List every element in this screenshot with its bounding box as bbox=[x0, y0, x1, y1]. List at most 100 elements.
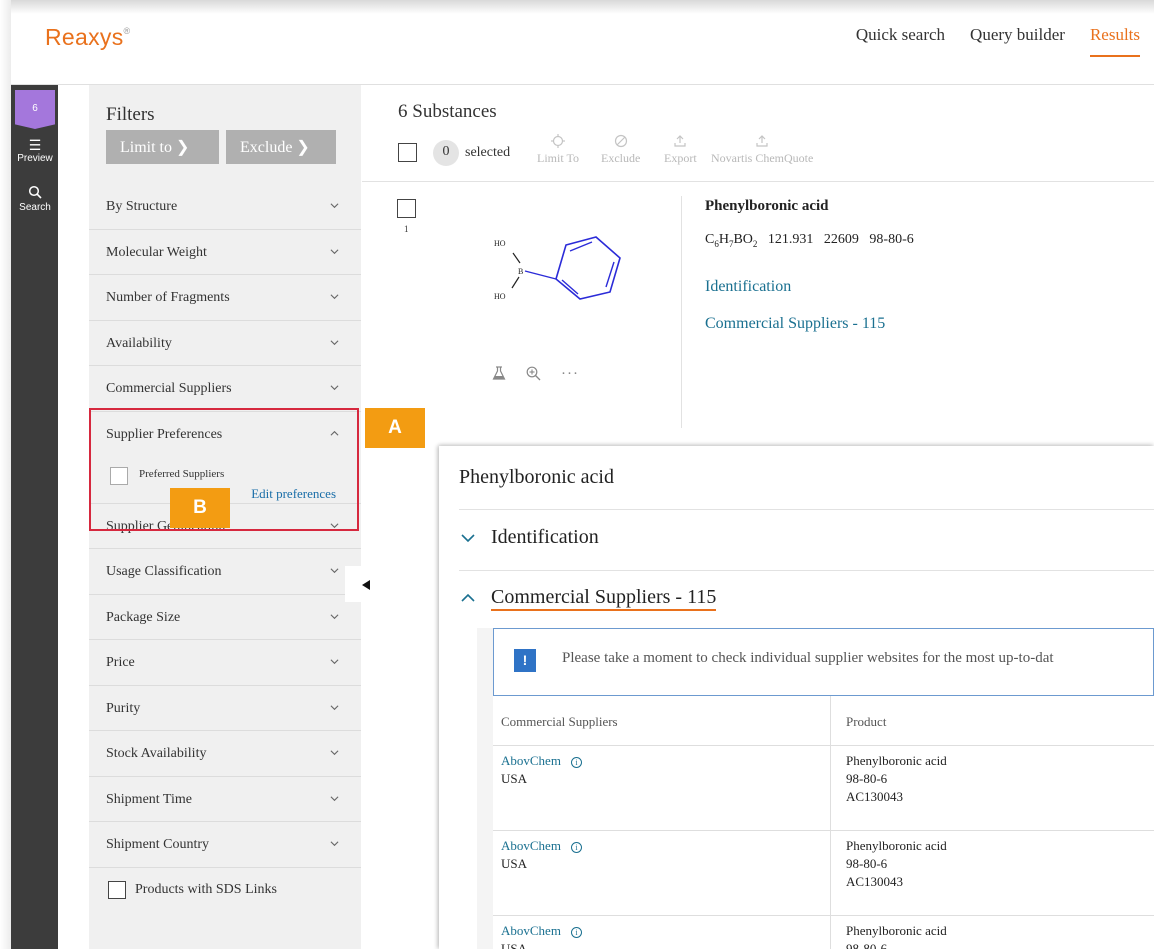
info-icon[interactable]: i bbox=[570, 757, 582, 768]
sds-links-checkbox[interactable] bbox=[108, 880, 126, 899]
chevron-down-icon bbox=[461, 533, 475, 543]
chevron-down-icon bbox=[330, 750, 339, 756]
filter-shipment-time[interactable]: Shipment Time bbox=[89, 777, 361, 822]
filter-molecular-weight[interactable]: Molecular Weight bbox=[89, 230, 361, 275]
select-all-checkbox[interactable] bbox=[398, 143, 417, 162]
top-header: Reaxys® Quick search Query builder Resul… bbox=[0, 0, 1154, 84]
product-name: Phenylboronic acid bbox=[846, 753, 947, 768]
molecular-weight: 121.931 bbox=[767, 232, 814, 247]
filter-number-of-fragments[interactable]: Number of Fragments bbox=[89, 275, 361, 321]
reaxys-logo[interactable]: Reaxys® bbox=[45, 24, 130, 51]
results-title: 6 Substances bbox=[398, 101, 497, 122]
search-button[interactable]: Search bbox=[15, 185, 55, 213]
molecular-formula: C6H7BO2 bbox=[705, 232, 758, 249]
limit-to-button[interactable]: Limit to ❯ bbox=[106, 130, 219, 164]
chevron-down-icon bbox=[330, 613, 339, 619]
collapse-arrow-icon[interactable] bbox=[362, 580, 370, 590]
row-divider bbox=[493, 915, 1154, 916]
detail-divider bbox=[459, 570, 1154, 571]
notice-text: Please take a moment to check individual… bbox=[562, 650, 1054, 666]
substance-checkbox[interactable] bbox=[397, 199, 416, 218]
filter-availability[interactable]: Availability bbox=[89, 321, 361, 366]
structure-label-ho-top: HO bbox=[494, 239, 506, 248]
chevron-right-icon: ❯ bbox=[296, 139, 310, 156]
chevron-up-icon bbox=[461, 593, 475, 603]
filter-price[interactable]: Price bbox=[89, 640, 361, 686]
rail-edge bbox=[0, 0, 11, 949]
filter-by-structure[interactable]: By Structure bbox=[89, 184, 361, 230]
supplier-country: USA bbox=[501, 856, 528, 871]
novartis-chemquote-tool[interactable]: Novartis ChemQuote bbox=[711, 134, 813, 166]
filter-package-size[interactable]: Package Size bbox=[89, 595, 361, 640]
nav-quick-search[interactable]: Quick search bbox=[856, 25, 945, 57]
nav-results[interactable]: Results bbox=[1089, 25, 1140, 57]
list-icon: ☰ bbox=[28, 137, 42, 153]
card-divider bbox=[681, 196, 682, 428]
structure-label-b: B bbox=[518, 267, 523, 276]
substance-meta: C6H7BO2 121.931 22609 98-80-6 bbox=[705, 232, 914, 249]
top-navigation: Quick search Query builder Results bbox=[856, 25, 1140, 57]
row-divider bbox=[493, 830, 1154, 831]
chevron-down-icon bbox=[330, 248, 339, 254]
detail-divider bbox=[459, 509, 1154, 510]
collapse-filters-tab[interactable] bbox=[345, 566, 362, 602]
product-name: Phenylboronic acid bbox=[846, 838, 947, 853]
substance-name[interactable]: Phenylboronic acid bbox=[705, 198, 829, 215]
export-tool[interactable]: Export bbox=[664, 134, 697, 166]
limit-to-tool[interactable]: Limit To bbox=[537, 134, 579, 166]
substance-index: 1 bbox=[404, 224, 409, 234]
product-cas: 98-80-6 bbox=[846, 856, 888, 871]
supplier-country: USA bbox=[501, 771, 528, 786]
chevron-right-icon: ❯ bbox=[176, 139, 190, 156]
column-header-commercial-suppliers[interactable]: Commercial Suppliers bbox=[501, 714, 618, 730]
identification-link[interactable]: Identification bbox=[705, 278, 791, 296]
flask-icon[interactable] bbox=[492, 366, 506, 386]
info-icon[interactable]: i bbox=[570, 842, 582, 853]
commercial-suppliers-section-toggle[interactable]: Commercial Suppliers - 115 bbox=[461, 586, 717, 611]
substance-detail-panel: Phenylboronic acid Identification Commer… bbox=[439, 446, 1154, 949]
exclude-icon bbox=[601, 134, 640, 151]
suppliers-table: Commercial Suppliers Product AbovChem i U… bbox=[493, 696, 1154, 949]
column-divider bbox=[830, 696, 831, 949]
preview-button[interactable]: ☰ Preview bbox=[15, 137, 55, 164]
filters-title: Filters bbox=[106, 104, 155, 125]
export-icon bbox=[711, 134, 813, 151]
exclude-tool[interactable]: Exclude bbox=[601, 134, 640, 166]
limit-icon bbox=[537, 134, 579, 151]
filter-stock-availability[interactable]: Stock Availability bbox=[89, 731, 361, 777]
chemical-structure[interactable]: HO B HO bbox=[478, 215, 628, 315]
selected-count-badge: 0 bbox=[433, 140, 459, 166]
callout-a: A bbox=[365, 408, 425, 448]
supplier-link[interactable]: AbovChem i bbox=[501, 838, 582, 854]
exclamation-icon: ! bbox=[514, 649, 536, 672]
result-count-badge[interactable]: 6 bbox=[15, 90, 55, 129]
supplier-link[interactable]: AbovChem i bbox=[501, 753, 582, 769]
chevron-down-icon bbox=[330, 704, 339, 710]
chevron-down-icon bbox=[330, 568, 339, 574]
chevron-down-icon bbox=[330, 841, 339, 847]
supplier-notice: ! Please take a moment to check individu… bbox=[493, 628, 1154, 696]
info-icon[interactable]: i bbox=[570, 927, 582, 938]
chevron-down-icon bbox=[330, 294, 339, 300]
zoom-in-icon[interactable] bbox=[526, 366, 541, 386]
identification-section-toggle[interactable]: Identification bbox=[461, 526, 599, 549]
filter-shipment-country[interactable]: Shipment Country bbox=[89, 822, 361, 868]
chevron-down-icon bbox=[330, 659, 339, 665]
filter-purity[interactable]: Purity bbox=[89, 686, 361, 731]
sds-links-label: Products with SDS Links bbox=[135, 881, 277, 897]
chevron-down-icon bbox=[330, 795, 339, 801]
commercial-suppliers-link[interactable]: Commercial Suppliers - 115 bbox=[705, 315, 885, 333]
supplier-link[interactable]: AbovChem i bbox=[501, 923, 582, 939]
filter-commercial-suppliers[interactable]: Commercial Suppliers bbox=[89, 366, 361, 412]
nav-query-builder[interactable]: Query builder bbox=[970, 25, 1065, 57]
exclude-button[interactable]: Exclude ❯ bbox=[226, 130, 336, 164]
product-cas: 98-80-6 bbox=[846, 771, 888, 786]
column-header-product[interactable]: Product bbox=[846, 714, 886, 730]
export-icon bbox=[664, 134, 697, 151]
product-code: AC130043 bbox=[846, 874, 904, 889]
product-name: Phenylboronic acid bbox=[846, 923, 947, 938]
selected-label: selected bbox=[465, 145, 511, 160]
more-options-icon[interactable]: ··· bbox=[561, 366, 579, 386]
filter-usage-classification[interactable]: Usage Classification bbox=[89, 549, 361, 595]
results-divider bbox=[362, 181, 1154, 182]
